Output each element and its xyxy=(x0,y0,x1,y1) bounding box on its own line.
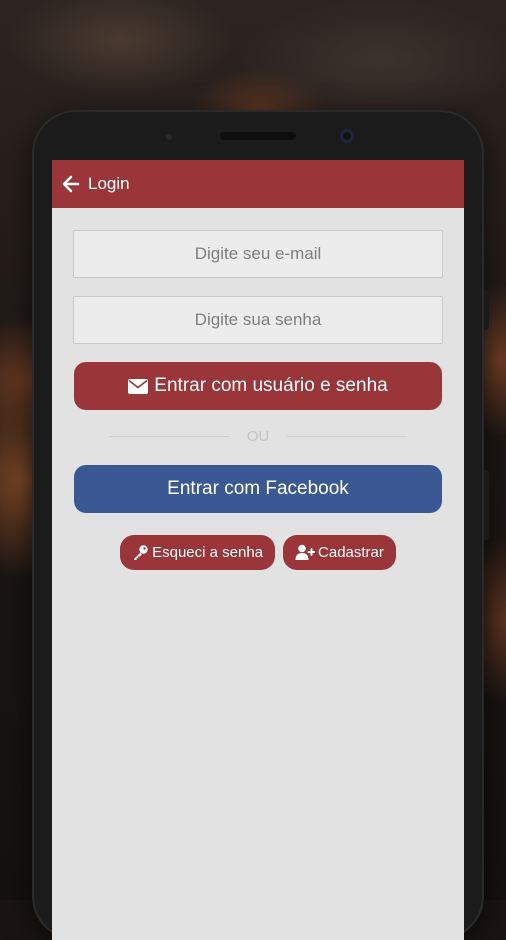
forgot-password-button[interactable]: Esqueci a senha xyxy=(120,535,276,570)
email-field-container xyxy=(73,230,443,278)
key-icon xyxy=(134,545,148,560)
facebook-button-label: Entrar com Facebook xyxy=(167,478,349,499)
password-field-container xyxy=(73,296,443,344)
divider-line-right xyxy=(287,436,408,437)
register-button[interactable]: Cadastrar xyxy=(283,535,396,570)
password-field[interactable] xyxy=(74,296,442,344)
envelope-icon xyxy=(128,378,149,394)
proximity-sensor xyxy=(166,134,172,140)
or-divider: OU xyxy=(73,428,443,445)
forgot-password-label: Esqueci a senha xyxy=(152,544,264,561)
app-bar: Login xyxy=(52,160,464,208)
app-screen: Login Entrar com usuário e senha OU xyxy=(52,160,464,940)
front-camera xyxy=(340,129,354,143)
power-button xyxy=(484,470,489,540)
login-form: Entrar com usuário e senha OU Entrar com… xyxy=(52,208,464,570)
secondary-actions: Esqueci a senha Cadastrar xyxy=(73,535,443,570)
register-label: Cadastrar xyxy=(318,544,384,561)
divider-line-left xyxy=(108,436,229,437)
login-button[interactable]: Entrar com usuário e senha xyxy=(74,362,442,410)
arrow-left-icon[interactable] xyxy=(62,175,80,193)
volume-button xyxy=(484,290,489,330)
phone-frame: Login Entrar com usuário e senha OU xyxy=(32,110,489,940)
page-title: Login xyxy=(88,174,130,193)
facebook-login-button[interactable]: Entrar com Facebook xyxy=(74,465,442,513)
login-button-label: Entrar com usuário e senha xyxy=(154,375,388,396)
divider-label: OU xyxy=(246,428,270,445)
user-plus-icon xyxy=(295,544,316,560)
email-field[interactable] xyxy=(74,230,442,278)
earpiece-speaker xyxy=(220,132,296,140)
